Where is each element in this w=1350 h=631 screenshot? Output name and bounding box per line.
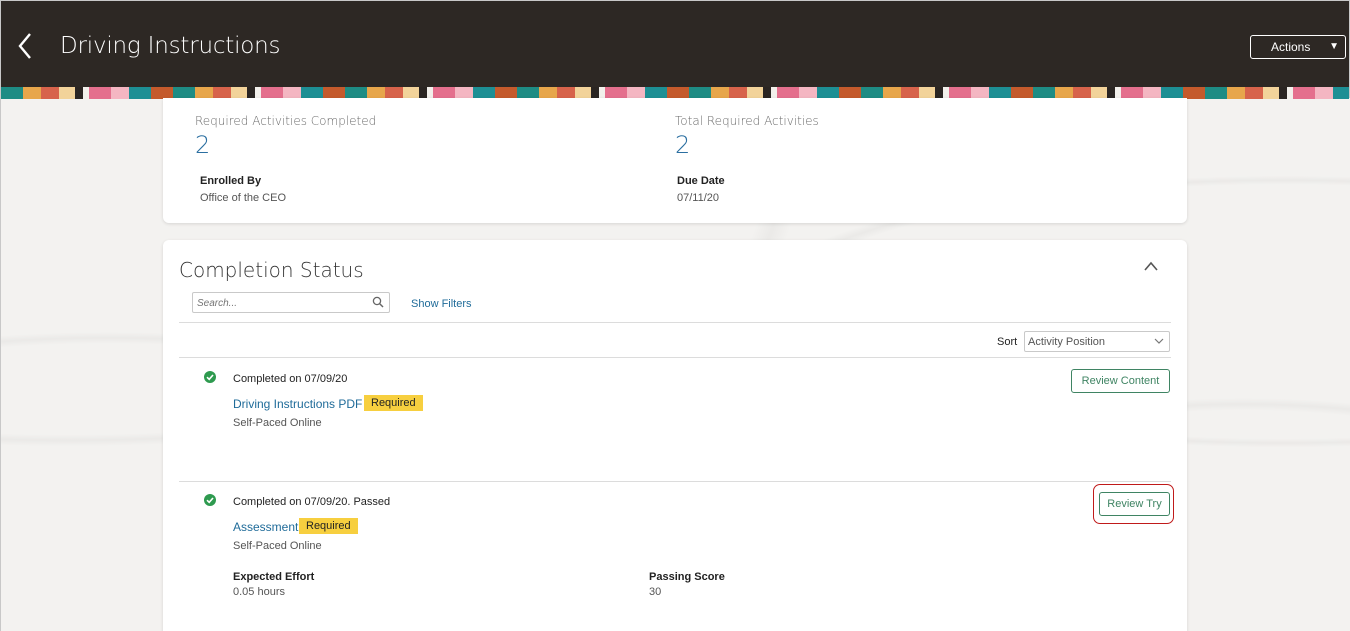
required-badge: Required: [299, 518, 358, 534]
review-content-button[interactable]: Review Content: [1071, 369, 1170, 393]
chevron-up-icon[interactable]: [1143, 260, 1159, 272]
divider: [179, 322, 1171, 323]
sort-value: Activity Position: [1028, 336, 1106, 348]
check-circle-icon: [204, 371, 216, 383]
passing-score-value: 30: [649, 586, 662, 598]
chevron-left-icon: [18, 33, 31, 59]
section-title: Completion Status: [179, 258, 364, 282]
sort-label: Sort: [997, 336, 1018, 348]
expected-effort-label: Expected Effort: [233, 571, 315, 583]
review-try-button[interactable]: Review Try: [1099, 492, 1170, 516]
enrolled-by-value: Office of the CEO: [200, 192, 287, 204]
activity-status: Completed on 07/09/20. Passed: [233, 496, 391, 508]
page-header: Driving Instructions Actions ▼: [1, 1, 1349, 87]
caret-down-icon: ▼: [1329, 41, 1339, 52]
completion-status-card: Completion Status Show Filters Sort Acti…: [163, 240, 1187, 631]
activity-type: Self-Paced Online: [233, 417, 322, 429]
expected-effort-value: 0.05 hours: [233, 586, 285, 598]
total-activities-value: 2: [675, 131, 691, 159]
due-date-label: Due Date: [677, 175, 725, 187]
activity-status: Completed on 07/09/20: [233, 373, 348, 385]
page-title: Driving Instructions: [60, 33, 281, 59]
chevron-down-icon: [1154, 338, 1164, 344]
back-button[interactable]: [11, 29, 39, 63]
divider: [179, 481, 1171, 482]
sort-select[interactable]: Activity Position: [1024, 331, 1170, 352]
total-activities-label: Total Required Activities: [675, 114, 819, 128]
divider: [179, 357, 1171, 358]
due-date-value: 07/11/20: [677, 192, 720, 204]
show-filters-link[interactable]: Show Filters: [411, 298, 472, 310]
activity-title-link[interactable]: Driving Instructions PDF: [233, 397, 362, 411]
completed-activities-value: 2: [195, 131, 211, 159]
search-icon[interactable]: [372, 296, 384, 308]
search-input[interactable]: [193, 294, 363, 313]
check-circle-icon: [204, 494, 216, 506]
activity-title-link[interactable]: Assessment: [233, 520, 298, 534]
activity-type: Self-Paced Online: [233, 540, 322, 552]
search-field: [192, 292, 390, 313]
summary-card: Required Activities Completed 2 Total Re…: [163, 98, 1187, 223]
passing-score-label: Passing Score: [649, 571, 725, 583]
actions-label: Actions: [1271, 40, 1311, 54]
required-badge: Required: [364, 395, 423, 411]
completed-activities-label: Required Activities Completed: [195, 114, 377, 128]
actions-menu-button[interactable]: Actions ▼: [1250, 35, 1346, 59]
enrolled-by-label: Enrolled By: [200, 175, 262, 187]
